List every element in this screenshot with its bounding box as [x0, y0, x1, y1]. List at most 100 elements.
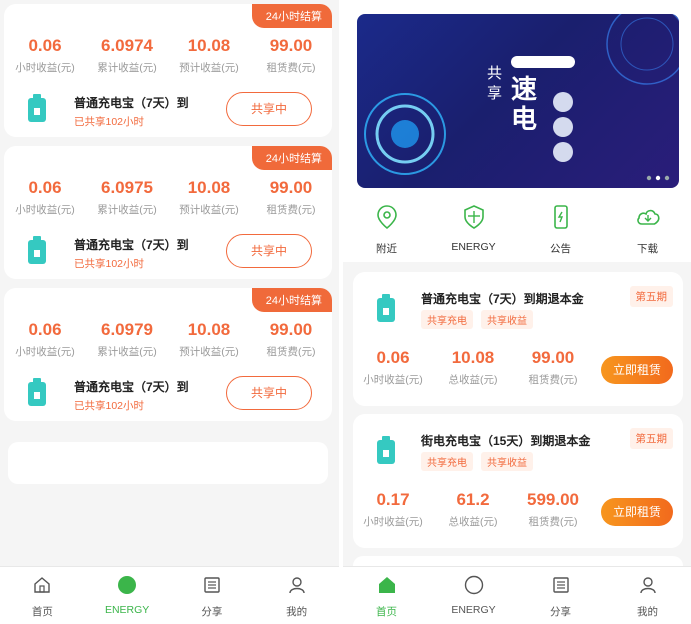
stat-label: 预计收益(元): [179, 204, 239, 216]
stat-value: 99.00: [269, 320, 313, 339]
stat-label: 租赁费(元): [528, 516, 578, 528]
product-title: 普通充电宝（7天）到: [74, 96, 189, 110]
tag: 共享收益: [481, 310, 533, 329]
stat-value: 6.0979: [101, 320, 153, 339]
shared-hours: 已共享102小时: [74, 400, 145, 412]
power-bank-icon: [377, 436, 395, 464]
product-title: 普通充电宝（7天）到: [74, 380, 189, 394]
stat-value: 6.0974: [101, 36, 153, 55]
quick-energy[interactable]: ENERGY: [430, 198, 517, 262]
share-card[interactable]: 24小时结算 0.06 小时收益(元) 6.0975 累计收益(元) 10.08 预计…: [4, 146, 332, 279]
quick-download[interactable]: 下载: [604, 198, 691, 262]
stat-label: 累计收益(元): [97, 62, 157, 74]
stats-row: 0.17 小时收益(元) 61.2 总收益(元) 599.00 租赁费(元): [353, 490, 593, 529]
rent-card[interactable]: 普通充电宝（7天）到期退本金 共享充电 共享收益 第五期 0.06 小时收益(元)…: [353, 272, 683, 406]
settlement-badge: 24小时结算: [251, 288, 332, 312]
sharing-button[interactable]: 共享中: [226, 234, 312, 268]
tag-list: 共享充电 共享收益: [421, 452, 533, 471]
nav-mine[interactable]: 我的: [254, 567, 339, 624]
nav-home[interactable]: 首页: [343, 567, 430, 624]
nav-label: ENERGY: [451, 604, 496, 616]
sharing-button[interactable]: 共享中: [226, 376, 312, 410]
tag: 共享收益: [481, 452, 533, 471]
stat-value: 10.08: [187, 178, 231, 197]
stat-label: 租赁费(元): [266, 346, 316, 358]
nav-label: 首页: [376, 606, 397, 618]
circle-icon: [118, 576, 137, 594]
nav-mine[interactable]: 我的: [604, 567, 691, 624]
stat-label: 小时收益(元): [15, 62, 75, 74]
bottom-nav: 首页 ENERGY 分享 我的: [0, 566, 339, 624]
stat-value: 0.06: [28, 178, 62, 197]
nav-energy[interactable]: ENERGY: [85, 567, 170, 624]
nav-label: ENERGY: [104, 604, 150, 616]
nav-label: 首页: [31, 606, 53, 618]
quick-label: 附近: [376, 243, 397, 255]
share-card[interactable]: 24小时结算 0.06 小时收益(元) 6.0974 累计收益(元) 10.08 预计…: [4, 4, 332, 137]
stat-label: 租赁费(元): [266, 62, 316, 74]
sharing-button[interactable]: 共享中: [226, 92, 312, 126]
stat-value: 0.17: [376, 490, 410, 509]
nav-label: 我的: [286, 606, 308, 618]
period-badge: 第五期: [629, 286, 673, 307]
nav-share[interactable]: 分享: [517, 567, 604, 624]
stat-label: 累计收益(元): [97, 204, 157, 216]
nav-label: 我的: [637, 606, 658, 618]
stats-row: 0.06 小时收益(元) 6.0975 累计收益(元) 10.08 预计收益(元) 9…: [4, 178, 332, 217]
settlement-badge: 24小时结算: [251, 146, 332, 170]
bottom-nav: 首页 ENERGY 分享 我的: [343, 566, 691, 624]
nav-home[interactable]: 首页: [0, 567, 85, 624]
stat-value: 599.00: [527, 490, 579, 509]
shared-hours: 已共享102小时: [74, 258, 145, 270]
stats-row: 0.06 小时收益(元) 10.08 总收益(元) 99.00 租赁费(元): [353, 348, 593, 387]
stat-value: 0.06: [376, 348, 410, 367]
stats-row: 0.06 小时收益(元) 6.0974 累计收益(元) 10.08 预计收益(元) 9…: [4, 36, 332, 75]
stat-value: 61.2: [456, 490, 490, 509]
user-icon: [288, 577, 305, 594]
tag: 共享充电: [421, 310, 473, 329]
rent-now-button[interactable]: 立即租赁: [601, 498, 673, 526]
stat-value: 99.00: [269, 178, 313, 197]
nav-label: 分享: [550, 606, 571, 618]
stat-label: 小时收益(元): [363, 516, 423, 528]
stat-label: 总收益(元): [448, 516, 498, 528]
quick-notice[interactable]: 公告: [517, 198, 604, 262]
share-card[interactable]: 24小时结算 0.06 小时收益(元) 6.0979 累计收益(元) 10.08 预计…: [4, 288, 332, 421]
nav-share[interactable]: 分享: [170, 567, 255, 624]
stat-value: 10.08: [187, 36, 231, 55]
rent-card[interactable]: 街电充电宝（15天）到期退本金 共享充电 共享收益 第五期 0.17 小时收益(元…: [353, 414, 683, 548]
tag-list: 共享充电 共享收益: [421, 310, 533, 329]
promo-banner[interactable]: 共享 速电: [357, 14, 679, 188]
home-icon: [34, 577, 51, 593]
stat-value: 99.00: [531, 348, 575, 367]
home-icon: [378, 577, 395, 593]
empty-card: [8, 442, 328, 484]
right-screen: 共享 速电 附近 ENERGY 公告 下载 普通充电宝（7天）到期退本金 共享充…: [343, 0, 691, 624]
stat-value: 0.06: [28, 36, 62, 55]
stat-label: 累计收益(元): [97, 346, 157, 358]
stat-value: 10.08: [187, 320, 231, 339]
circle-icon: [464, 575, 483, 595]
shared-hours: 已共享102小时: [74, 116, 145, 128]
product-title: 街电充电宝（15天）到期退本金: [421, 434, 591, 448]
product-title: 普通充电宝（7天）到期退本金: [421, 292, 584, 306]
list-icon: [552, 577, 569, 593]
stat-label: 小时收益(元): [363, 374, 423, 386]
power-bank-icon: [28, 236, 46, 264]
shield-icon: [463, 205, 484, 229]
rent-now-button[interactable]: 立即租赁: [601, 356, 673, 384]
stat-value: 0.06: [28, 320, 62, 339]
quick-nearby[interactable]: 附近: [343, 198, 430, 262]
tag: 共享充电: [421, 452, 473, 471]
stat-label: 小时收益(元): [15, 204, 75, 216]
list-icon: [204, 577, 220, 593]
product-row: 普通充电宝（7天）到 已共享102小时 共享中: [26, 376, 326, 412]
quick-label: 下载: [637, 243, 658, 255]
nav-energy[interactable]: ENERGY: [430, 567, 517, 624]
location-icon: [376, 205, 397, 230]
stat-label: 租赁费(元): [266, 204, 316, 216]
product-row: 普通充电宝（7天）到 已共享102小时 共享中: [26, 92, 326, 128]
power-bank-icon: [28, 378, 46, 406]
stat-value: 10.08: [451, 348, 495, 367]
power-bank-icon: [28, 94, 46, 122]
